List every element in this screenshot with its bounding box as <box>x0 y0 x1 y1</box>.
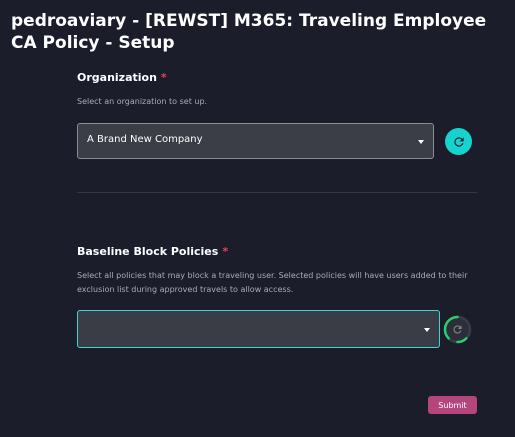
baseline-block-policies-label: Baseline Block Policies * <box>77 245 228 258</box>
chevron-down-icon <box>418 140 424 144</box>
refresh-icon <box>453 136 464 147</box>
loading-spinner-icon <box>443 315 472 344</box>
baseline-block-policies-refresh-button <box>443 315 472 344</box>
required-marker: * <box>160 71 167 84</box>
organization-label-text: Organization <box>77 71 157 84</box>
baseline-block-policies-label-text: Baseline Block Policies <box>77 245 219 258</box>
organization-selected-value: A Brand New Company <box>87 134 203 145</box>
submit-button[interactable]: Submit <box>428 396 477 414</box>
chevron-down-icon <box>424 328 430 332</box>
organization-select[interactable]: A Brand New Company <box>77 123 434 159</box>
page-title: pedroaviary - [REWST] M365: Traveling Em… <box>11 11 487 53</box>
required-marker: * <box>222 245 229 258</box>
section-divider <box>77 192 477 193</box>
organization-refresh-button[interactable] <box>445 128 472 155</box>
setup-page: pedroaviary - [REWST] M365: Traveling Em… <box>0 0 515 437</box>
organization-label: Organization * <box>77 71 167 84</box>
baseline-block-policies-help-text: Select all policies that may block a tra… <box>77 271 468 294</box>
organization-help-text: Select an organization to set up. <box>77 97 208 106</box>
baseline-block-policies-select[interactable] <box>77 310 440 348</box>
